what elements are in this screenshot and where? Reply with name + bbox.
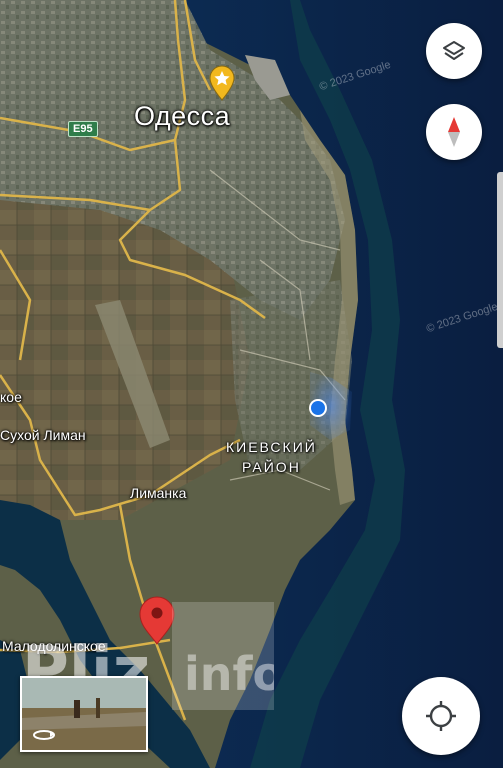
district-label[interactable]: КИЕВСКИЙ РАЙОН: [226, 437, 317, 477]
place-label-koe[interactable]: кое: [0, 389, 22, 405]
city-label[interactable]: Одесса: [134, 101, 230, 132]
side-scroll-handle[interactable]: [497, 172, 503, 348]
district-label-line1: КИЕВСКИЙ: [226, 439, 317, 455]
district-label-line2: РАЙОН: [242, 459, 301, 475]
watermark-text-right: info: [184, 647, 274, 701]
compass-icon: [448, 117, 460, 147]
street-view-preview: [22, 678, 146, 750]
compass-button[interactable]: [426, 104, 482, 160]
street-view-thumbnail[interactable]: [20, 676, 148, 752]
my-location-button[interactable]: [402, 677, 480, 755]
layers-button[interactable]: [426, 23, 482, 79]
crosshair-icon: [426, 701, 456, 731]
road-shield-e95: E95: [68, 121, 98, 137]
layers-icon: [443, 41, 465, 60]
place-label-sukhoi-liman[interactable]: Сухой Лиман: [0, 427, 86, 443]
place-label-limanka[interactable]: Лиманка: [130, 485, 186, 501]
current-location-dot: [311, 401, 325, 415]
